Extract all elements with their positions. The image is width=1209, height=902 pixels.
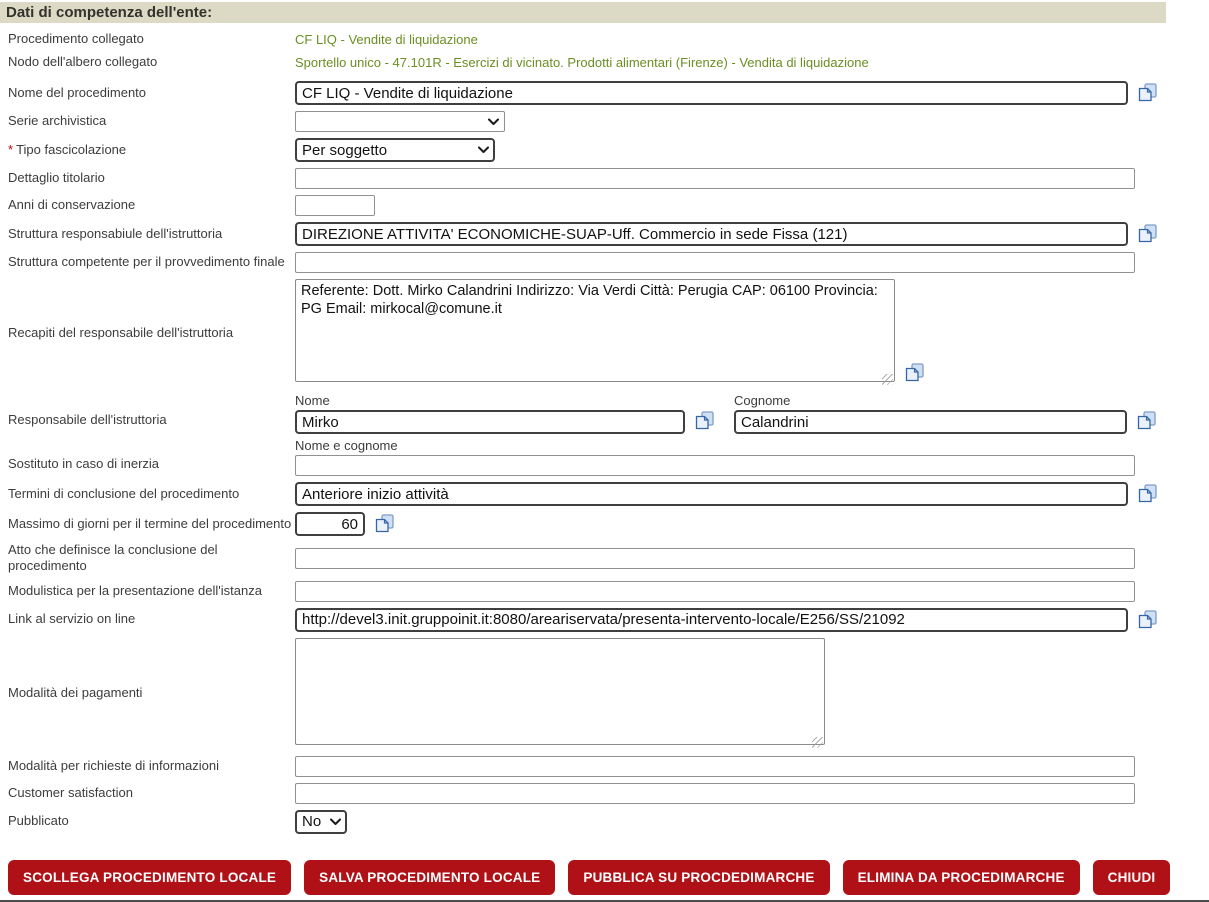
copy-icon[interactable] xyxy=(693,411,716,431)
bottom-divider xyxy=(0,899,1209,902)
label-nodo-albero: Nodo dell'albero collegato xyxy=(8,54,158,70)
label-anni-conservazione: Anni di conservazione xyxy=(8,197,136,213)
modulistica-input[interactable] xyxy=(295,580,1135,602)
pubblica-su-procedimarche-button[interactable]: PUBBLICA SU PROCDEDIMARCHE xyxy=(568,859,830,895)
label-termini: Termini di conclusione del procedimento xyxy=(8,485,240,501)
form-body: Procedimento collegato CF LIQ - Vendite … xyxy=(0,23,1209,834)
row-modalita-richieste: Modalità per richieste di informazioni xyxy=(0,755,1209,777)
anni-conservazione-input[interactable] xyxy=(295,195,375,216)
label-modalita-richieste: Modalità per richieste di informazioni xyxy=(8,757,219,773)
recapiti-textarea[interactable]: Referente: Dott. Mirko Calandrini Indiri… xyxy=(295,279,895,382)
copy-icon[interactable] xyxy=(1136,224,1159,244)
row-modulistica: Modulistica per la presentazione dell'is… xyxy=(0,580,1209,602)
label-nome-procedimento: Nome del procedimento xyxy=(8,84,147,100)
row-responsabile: Responsabile dell'istruttoria Nome Cogno… xyxy=(0,393,1209,434)
copy-icon[interactable] xyxy=(1135,411,1158,431)
label-modalita-pagamenti: Modalità dei pagamenti xyxy=(8,685,143,701)
sostituto-input[interactable] xyxy=(295,455,1135,476)
customer-satisfaction-input[interactable] xyxy=(295,782,1135,804)
row-recapiti: Recapiti del responsabile dell'istruttor… xyxy=(0,279,1209,387)
label-dettaglio-titolario: Dettaglio titolario xyxy=(8,170,105,186)
nome-procedimento-input[interactable] xyxy=(295,81,1128,105)
action-button-bar: SCOLLEGA PROCEDIMENTO LOCALE SALVA PROCE… xyxy=(8,859,1209,895)
row-atto-conclusione: Atto che definisce la conclusione del pr… xyxy=(0,542,1209,575)
copy-icon[interactable] xyxy=(1136,609,1159,630)
serie-archivistica-select[interactable] xyxy=(295,111,505,132)
row-struttura-competente: Struttura competente per il provvediment… xyxy=(0,252,1209,273)
modalita-richieste-input[interactable] xyxy=(295,755,1135,777)
responsabile-nome-input[interactable] xyxy=(295,410,685,434)
label-serie-archivistica: Serie archivistica xyxy=(8,113,107,129)
link-servizio-input[interactable] xyxy=(295,607,1128,632)
elimina-da-procedimarche-button[interactable]: ELIMINA DA PROCEDIMARCHE xyxy=(842,859,1080,895)
row-dettaglio-titolario: Dettaglio titolario xyxy=(0,168,1209,189)
copy-icon[interactable] xyxy=(903,363,926,383)
pubblicato-select[interactable]: No xyxy=(295,809,347,834)
struttura-competente-input[interactable] xyxy=(295,252,1135,273)
struttura-responsabile-input[interactable] xyxy=(295,222,1128,246)
row-procedimento-collegato: Procedimento collegato CF LIQ - Vendite … xyxy=(0,29,1209,50)
label-struttura-responsabile: Struttura responsabiule dell'istruttoria xyxy=(8,225,223,241)
atto-conclusione-input[interactable] xyxy=(295,547,1135,569)
label-sostituto: Sostituto in caso di inerzia xyxy=(8,455,160,471)
row-struttura-responsabile: Struttura responsabiule dell'istruttoria xyxy=(0,222,1209,246)
scollega-procedimento-locale-button[interactable]: SCOLLEGA PROCEDIMENTO LOCALE xyxy=(8,859,292,895)
value-nodo-albero: Sportello unico - 47.101R - Esercizi di … xyxy=(295,55,869,70)
tipo-fascicolazione-select[interactable]: Per soggetto xyxy=(295,138,495,162)
sublabel-nome-cognome: Nome e cognome xyxy=(295,438,398,453)
label-procedimento-collegato: Procedimento collegato xyxy=(8,31,144,47)
row-nodo-albero: Nodo dell'albero collegato Sportello uni… xyxy=(0,52,1209,73)
label-link-servizio: Link al servizio on line xyxy=(8,611,136,627)
row-customer-satisfaction: Customer satisfaction xyxy=(0,782,1209,804)
row-anni-conservazione: Anni di conservazione xyxy=(0,195,1209,216)
row-nome-procedimento: Nome del procedimento xyxy=(0,81,1209,105)
termini-input[interactable] xyxy=(295,482,1128,506)
label-customer-satisfaction: Customer satisfaction xyxy=(8,784,133,800)
row-pubblicato: Pubblicato No xyxy=(0,809,1209,834)
label-recapiti: Recapiti del responsabile dell'istruttor… xyxy=(8,324,234,340)
sublabel-nome: Nome xyxy=(295,393,330,408)
chiudi-button[interactable]: CHIUDI xyxy=(1092,859,1171,895)
section-header: Dati di competenza dell'ente: xyxy=(0,2,1166,23)
salva-procedimento-locale-button[interactable]: SALVA PROCEDIMENTO LOCALE xyxy=(304,859,556,895)
label-struttura-competente: Struttura competente per il provvediment… xyxy=(8,254,285,270)
modalita-pagamenti-textarea[interactable] xyxy=(295,637,825,745)
dettaglio-titolario-input[interactable] xyxy=(295,168,1135,189)
row-sostituto: Sostituto in caso di inerzia Nome e cogn… xyxy=(0,438,1209,476)
label-atto-conclusione: Atto che definisce la conclusione del pr… xyxy=(8,542,218,574)
sublabel-cognome: Cognome xyxy=(734,393,791,408)
row-tipo-fascicolazione: * Tipo fascicolazione Per soggetto xyxy=(0,138,1209,162)
section-title: Dati di competenza dell'ente: xyxy=(6,4,213,21)
procedure-detail-form: Dati di competenza dell'ente: Procedimen… xyxy=(0,2,1209,902)
copy-icon[interactable] xyxy=(1136,83,1159,103)
row-termini: Termini di conclusione del procedimento xyxy=(0,482,1209,506)
copy-icon[interactable] xyxy=(373,514,396,534)
required-asterisk: * xyxy=(8,141,14,157)
label-modulistica: Modulistica per la presentazione dell'is… xyxy=(8,582,262,598)
label-massimo-giorni: Massimo di giorni per il termine del pro… xyxy=(8,515,292,531)
responsabile-cognome-input[interactable] xyxy=(734,410,1127,434)
label-pubblicato: Pubblicato xyxy=(8,813,69,829)
row-modalita-pagamenti: Modalità dei pagamenti xyxy=(0,637,1209,750)
copy-icon[interactable] xyxy=(1136,484,1159,504)
label-tipo-fascicolazione: * Tipo fascicolazione xyxy=(8,141,127,157)
row-massimo-giorni: Massimo di giorni per il termine del pro… xyxy=(0,512,1209,536)
row-serie-archivistica: Serie archivistica xyxy=(0,111,1209,132)
value-procedimento-collegato: CF LIQ - Vendite di liquidazione xyxy=(295,32,478,47)
label-responsabile: Responsabile dell'istruttoria xyxy=(8,411,167,427)
row-link-servizio: Link al servizio on line xyxy=(0,607,1209,632)
massimo-giorni-input[interactable] xyxy=(295,512,365,536)
